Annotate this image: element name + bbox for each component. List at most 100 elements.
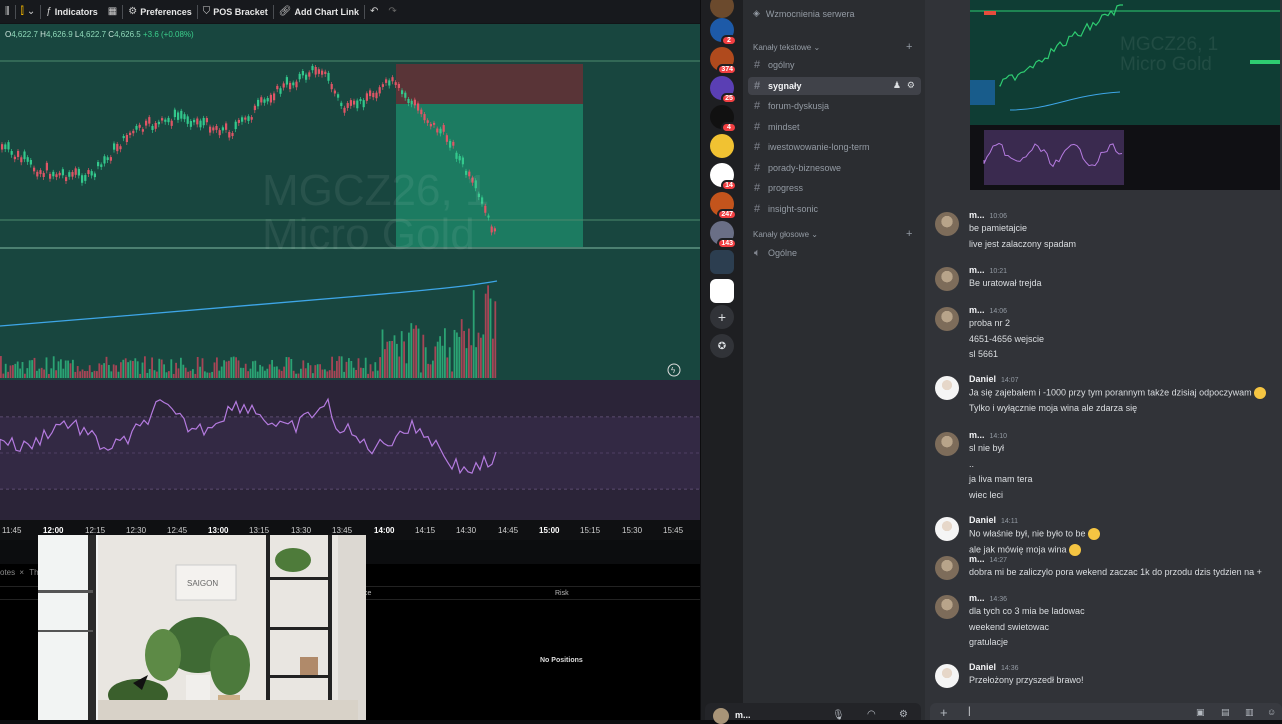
chart-screenshot-attachment[interactable]: MGCZ26, 1 Micro Gold xyxy=(970,0,1280,190)
mention-badge: 25 xyxy=(721,93,737,104)
avatar[interactable] xyxy=(935,556,959,580)
drawing-tool-button[interactable]: ⫿ ⌄ xyxy=(16,0,41,23)
volume-bars xyxy=(0,285,497,378)
invite-icon[interactable]: ♟ xyxy=(893,80,901,91)
server-icon[interactable]: 247 xyxy=(710,192,737,220)
avatar[interactable] xyxy=(713,708,729,724)
server-icon[interactable]: 143 xyxy=(710,221,737,249)
tab-notes[interactable]: otes xyxy=(0,568,15,577)
server-icon[interactable]: 25 xyxy=(710,76,737,104)
avatar[interactable] xyxy=(935,307,959,331)
avatar[interactable] xyxy=(935,517,959,541)
explore-servers-button[interactable]: ✪ xyxy=(710,334,734,358)
server-boosts[interactable]: ◈ Wzmocnienia serwera xyxy=(753,8,854,19)
message-author[interactable]: m... 14:27 xyxy=(969,554,1007,564)
message-timestamp: 14:11 xyxy=(1001,518,1019,525)
channel-progress[interactable]: # progress xyxy=(748,179,921,197)
server-icon[interactable] xyxy=(710,134,734,158)
oscillator-pane[interactable] xyxy=(0,380,700,520)
mention-badge: 14 xyxy=(721,180,737,191)
emoji-icon[interactable]: ☺ xyxy=(1267,707,1276,717)
stop-loss-zone[interactable] xyxy=(396,64,583,104)
gif-icon[interactable]: ▤ xyxy=(1221,707,1230,718)
message-line: 4651-4656 wejscie xyxy=(969,333,1045,344)
pos-bracket-button[interactable]: ⛉ POS Bracket xyxy=(198,0,273,23)
server-icon[interactable] xyxy=(710,250,734,274)
channel-iwestowowanie-long-term[interactable]: # iwestowowanie-long-term xyxy=(748,138,921,156)
create-voice-channel-button[interactable]: + xyxy=(906,228,912,240)
message-author[interactable]: Daniel 14:36 xyxy=(969,662,1019,672)
message-line: No właśnie był, nie było to be xyxy=(969,528,1086,539)
attachment-watermark: MGCZ26, 1 Micro Gold xyxy=(1120,35,1218,75)
channel-forum-dyskusja[interactable]: # forum-dyskusja xyxy=(748,97,921,115)
preferences-button[interactable]: ⚙ Preferences xyxy=(123,0,197,23)
message-text: Ja się zajebałem i -1000 przy tym porann… xyxy=(969,387,1266,399)
chart-type-button[interactable]: ⫼ xyxy=(0,0,15,23)
gear-icon[interactable]: ⚙ xyxy=(907,80,915,91)
hash-icon: # xyxy=(754,182,761,194)
close-icon[interactable]: × xyxy=(19,568,24,577)
gift-icon[interactable]: ▣ xyxy=(1196,707,1205,718)
indicators-button[interactable]: ƒ Indicators xyxy=(41,0,103,23)
price-chart[interactable]: ϟ MGCZ26, 1 Micro Gold xyxy=(0,24,700,380)
add-attachment-icon[interactable]: + xyxy=(940,705,948,720)
message-text: Tylko i wyłącznie moja wina ale zdarza s… xyxy=(969,403,1137,413)
voice-channels-category[interactable]: Kanały głosowe ⌄ xyxy=(753,230,818,239)
message-author[interactable]: Daniel 14:07 xyxy=(969,374,1019,384)
channel-porady-biznesowe[interactable]: # porady-biznesowe xyxy=(748,159,921,177)
microphone-icon[interactable]: 🎙︎ xyxy=(832,710,845,721)
message-line: sl 5661 xyxy=(969,349,999,359)
undo-button[interactable]: ↶ xyxy=(365,0,383,23)
video-overlay[interactable]: SAIGON xyxy=(38,535,366,720)
empty-positions-text: No Positions xyxy=(540,657,583,664)
time-tick-label: 15:30 xyxy=(622,526,643,535)
avatar[interactable] xyxy=(935,212,959,236)
chat-message: Daniel 14:36 Przełożony przyszedł brawo! xyxy=(935,662,1275,696)
avatar[interactable] xyxy=(935,267,959,291)
channel-insight-sonic[interactable]: # insight-sonic xyxy=(748,200,921,218)
redo-button[interactable]: ↷ xyxy=(383,0,401,23)
channel-sygnały[interactable]: # sygnały ♟ ⚙ xyxy=(748,76,921,95)
plus-icon: + xyxy=(717,309,727,325)
create-text-channel-button[interactable]: + xyxy=(906,41,912,53)
avatar[interactable] xyxy=(935,432,959,456)
channel-label: forum-dyskusja xyxy=(768,101,830,111)
avatar[interactable] xyxy=(935,376,959,400)
message-line: be pamietajcie xyxy=(969,223,1028,233)
message-author[interactable]: m... 14:10 xyxy=(969,430,1007,440)
message-author[interactable]: m... 10:06 xyxy=(969,210,1007,220)
channel-label: progress xyxy=(768,183,804,193)
server-icon[interactable]: 2 xyxy=(710,18,737,46)
server-icon[interactable] xyxy=(710,279,734,303)
sticker-icon[interactable]: ▥ xyxy=(1245,707,1254,718)
channel-ogólny[interactable]: # ogólny xyxy=(748,56,921,74)
server-icon[interactable]: 374 xyxy=(710,47,737,75)
message-input[interactable]: | xyxy=(968,706,971,717)
message-author[interactable]: m... 10:21 xyxy=(969,265,1007,275)
undo-icon: ↶ xyxy=(369,6,379,17)
headphones-icon[interactable]: ◠ xyxy=(867,709,876,720)
server-icon[interactable]: 14 xyxy=(710,163,737,191)
message-line: dobra mi be zaliczylo pora wekend zaczac… xyxy=(969,567,1262,577)
emoji-icon xyxy=(1253,387,1266,399)
message-composer[interactable]: + | ▣ ▤ ▥ ☺ xyxy=(930,703,1282,720)
message-text: Be uratował trejda xyxy=(969,278,1042,288)
time-tick-label: 13:30 xyxy=(291,526,312,535)
message-author[interactable]: Daniel 14:11 xyxy=(969,515,1018,525)
watermark-symbol: MGCZ26, 1 xyxy=(262,166,490,215)
settings-icon[interactable]: ⚙ xyxy=(899,709,908,720)
avatar[interactable] xyxy=(935,664,959,688)
layout-button[interactable]: ▦ xyxy=(103,0,122,23)
add-server-button[interactable]: + xyxy=(710,305,734,329)
channel-mindset[interactable]: # mindset xyxy=(748,118,921,136)
voice-channel-ogolne[interactable]: 🔈︎ Ogólne xyxy=(748,244,921,262)
speaker-icon: 🔈︎ xyxy=(754,246,761,259)
text-channels-category[interactable]: Kanały tekstowe ⌄ xyxy=(753,43,820,52)
server-icon[interactable]: 4 xyxy=(710,105,737,133)
message-timestamp: 14:36 xyxy=(1001,665,1019,672)
candles-icon: ⫼ xyxy=(5,6,10,17)
avatar[interactable] xyxy=(935,595,959,619)
message-author[interactable]: m... 14:36 xyxy=(969,593,1007,603)
add-chart-link-button[interactable]: 🔗︎ Add Chart Link xyxy=(274,0,364,23)
message-author[interactable]: m... 14:06 xyxy=(969,305,1007,315)
